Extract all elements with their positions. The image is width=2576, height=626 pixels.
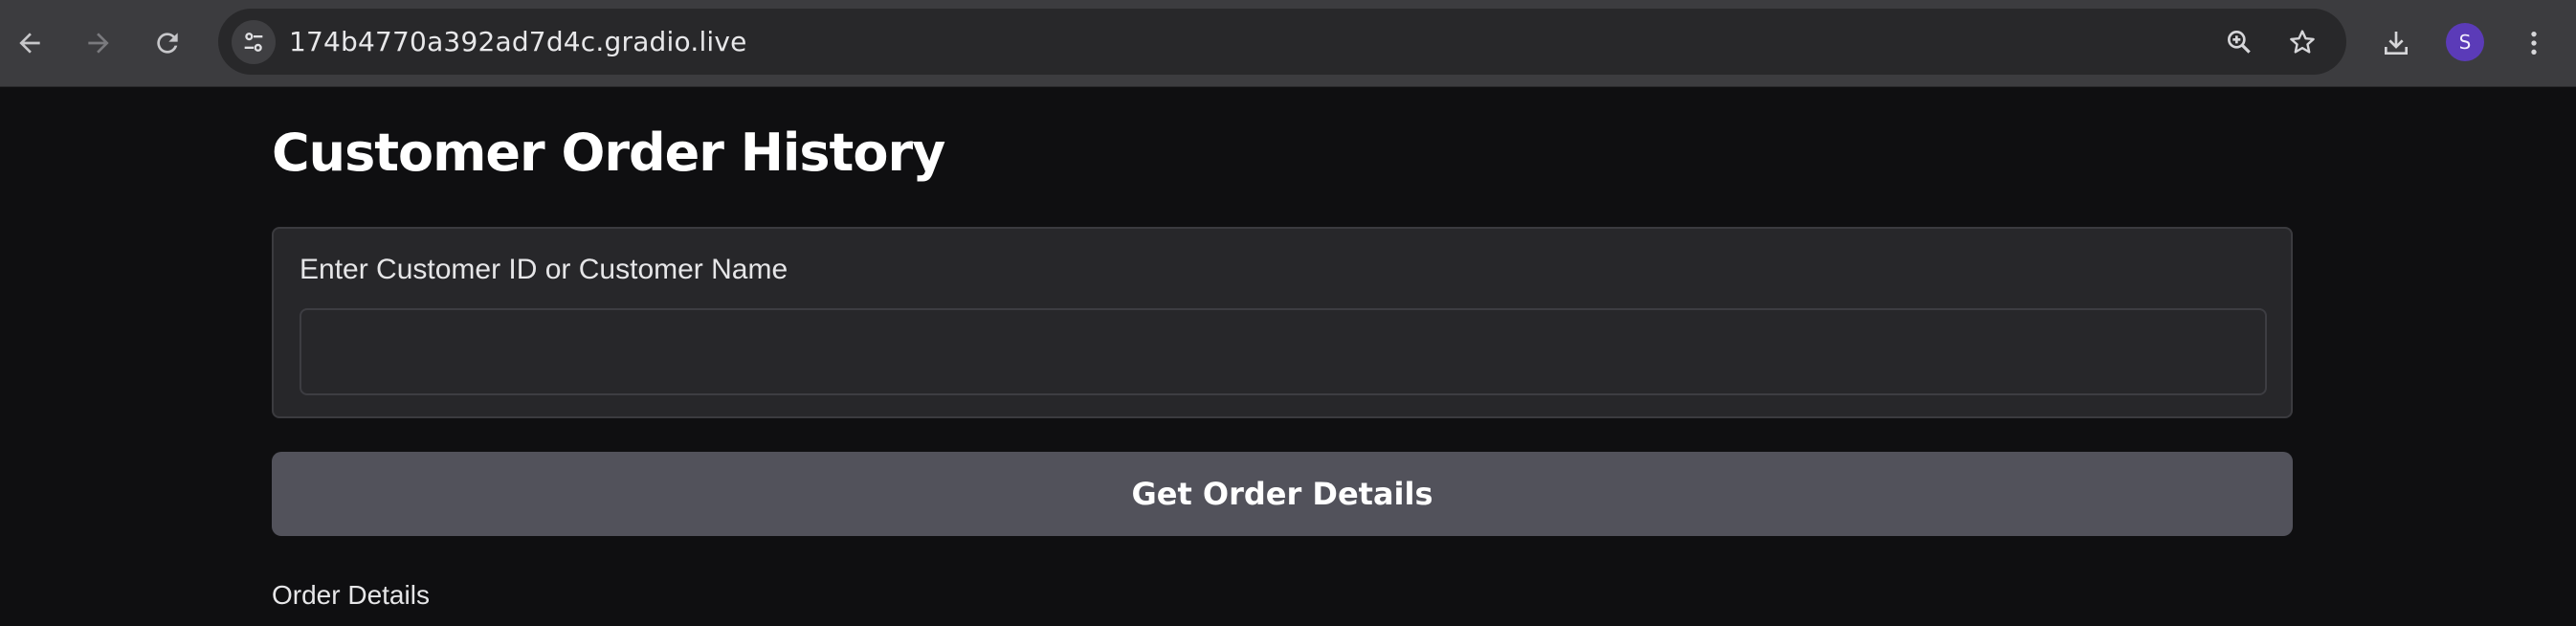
zoom-button[interactable] <box>2217 20 2261 64</box>
reload-button[interactable] <box>145 21 189 65</box>
zoom-in-icon <box>2228 30 2251 54</box>
download-icon <box>2385 32 2408 55</box>
browser-toolbar: 174b4770a392ad7d4c.gradio.live S <box>0 0 2576 87</box>
get-order-details-button[interactable]: Get Order Details <box>272 452 2293 536</box>
back-button[interactable] <box>8 21 52 65</box>
tune-icon <box>244 33 263 52</box>
order-details-label: Order Details <box>272 580 430 610</box>
forward-arrow-icon <box>88 33 109 54</box>
browser-menu-button[interactable] <box>2512 21 2556 65</box>
star-icon <box>2290 30 2315 54</box>
downloads-button[interactable] <box>2374 21 2418 65</box>
site-info-button[interactable] <box>232 20 276 64</box>
forward-button[interactable] <box>77 21 121 65</box>
profile-avatar[interactable]: S <box>2446 23 2484 61</box>
reload-icon <box>157 33 178 54</box>
url-text[interactable]: 174b4770a392ad7d4c.gradio.live <box>289 9 747 75</box>
kebab-menu-icon <box>2531 32 2537 55</box>
customer-input-block: Enter Customer ID or Customer Name <box>272 227 2293 418</box>
bookmark-button[interactable] <box>2280 20 2324 64</box>
back-arrow-icon <box>19 33 40 54</box>
customer-input-label: Enter Customer ID or Customer Name <box>300 254 788 285</box>
address-bar[interactable]: 174b4770a392ad7d4c.gradio.live <box>218 9 2346 75</box>
page-title: Customer Order History <box>272 123 945 183</box>
customer-search-input[interactable] <box>300 308 2267 395</box>
